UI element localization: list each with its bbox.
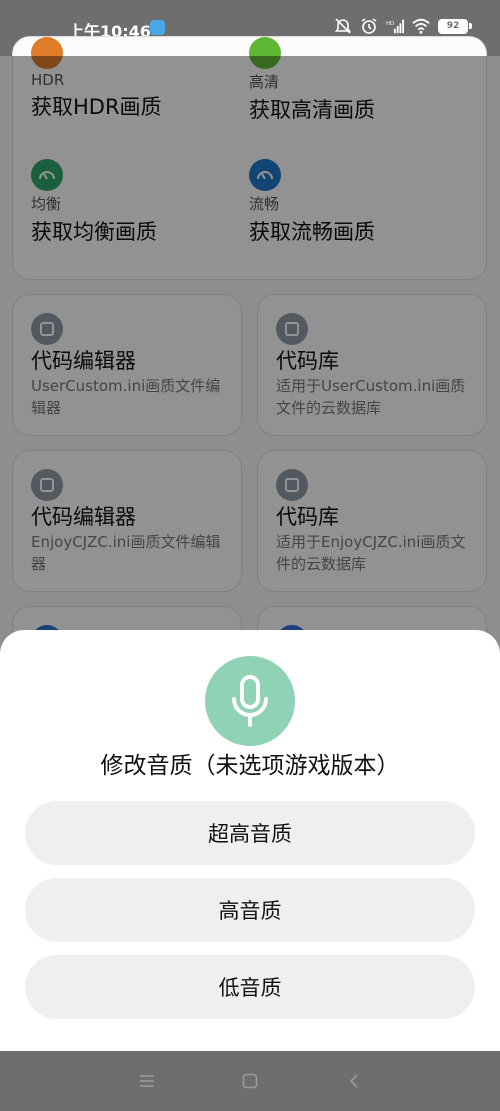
- back-icon[interactable]: [342, 1069, 366, 1093]
- svg-text:HD: HD: [386, 21, 394, 27]
- battery-icon: 92: [438, 18, 472, 34]
- alarm-icon: [361, 18, 377, 34]
- microphone-icon: [205, 656, 295, 746]
- mute-icon: [334, 18, 352, 34]
- high-quality-button[interactable]: 高音质: [25, 878, 475, 942]
- super-high-quality-button[interactable]: 超高音质: [25, 801, 475, 865]
- navigation-bar: [0, 1051, 500, 1111]
- battery-level: 92: [446, 21, 460, 31]
- app-notification-icon: [150, 20, 165, 35]
- home-icon[interactable]: [238, 1069, 262, 1093]
- sheet-title: 修改音质（未选项游戏版本）: [100, 753, 400, 779]
- hd-signal-icon: HD: [386, 19, 404, 34]
- low-quality-button[interactable]: 低音质: [25, 955, 475, 1019]
- status-icons: HD 92: [334, 17, 472, 35]
- wifi-icon: [412, 18, 430, 34]
- menu-icon[interactable]: [135, 1069, 159, 1093]
- audio-quality-sheet: 修改音质（未选项游戏版本） 超高音质 高音质 低音质: [0, 630, 500, 1051]
